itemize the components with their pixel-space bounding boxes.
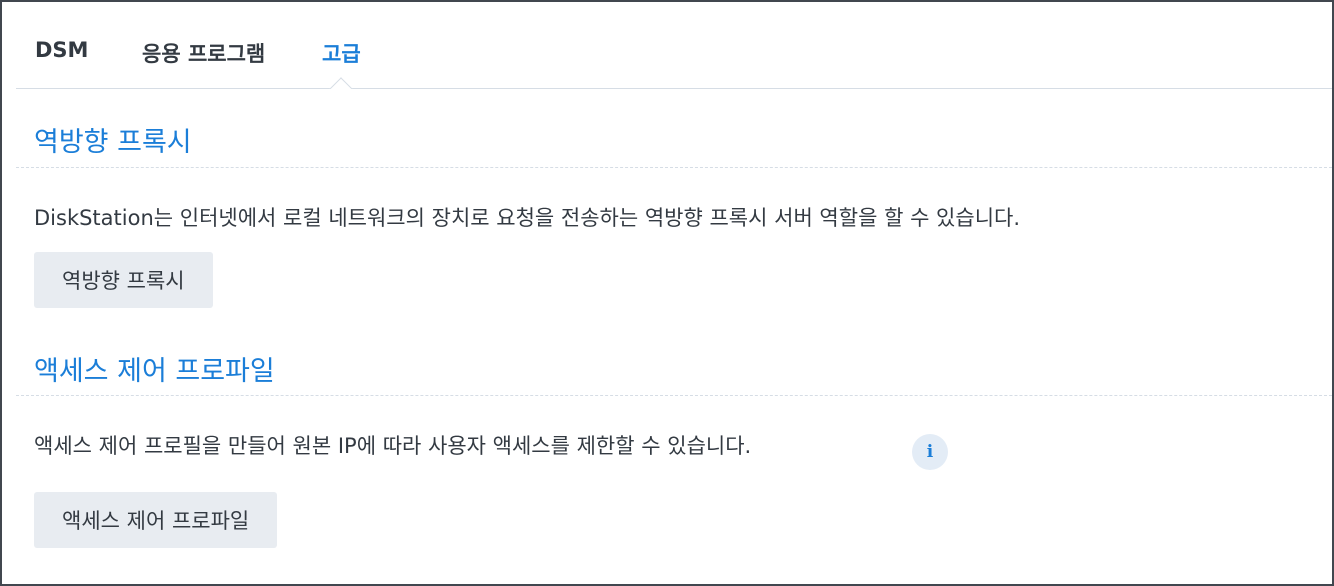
section-divider — [16, 395, 1332, 396]
tab-advanced[interactable]: 고급 — [322, 38, 361, 68]
info-icon[interactable]: i — [912, 434, 948, 470]
reverse-proxy-button[interactable]: 역방향 프록시 — [34, 252, 213, 308]
access-control-description: 액세스 제어 프로필을 만들어 원본 IP에 따라 사용자 액세스를 제한할 수… — [34, 434, 752, 458]
tab-bar: DSM 응용 프로그램 고급 — [16, 2, 1332, 89]
section-divider — [16, 167, 1332, 168]
tab-dsm[interactable]: DSM — [35, 38, 88, 62]
tab-applications[interactable]: 응용 프로그램 — [142, 38, 265, 68]
access-control-section-title: 액세스 제어 프로파일 — [34, 356, 275, 387]
access-control-profile-button[interactable]: 액세스 제어 프로파일 — [34, 492, 278, 548]
reverse-proxy-description: DiskStation는 인터넷에서 로컬 네트워크의 장치로 요청을 전송하는… — [34, 206, 1021, 230]
window-frame: DSM 응용 프로그램 고급 역방향 프록시 DiskStation는 인터넷에… — [0, 0, 1334, 586]
active-tab-indicator — [329, 76, 353, 89]
reverse-proxy-section-title: 역방향 프록시 — [34, 127, 192, 158]
